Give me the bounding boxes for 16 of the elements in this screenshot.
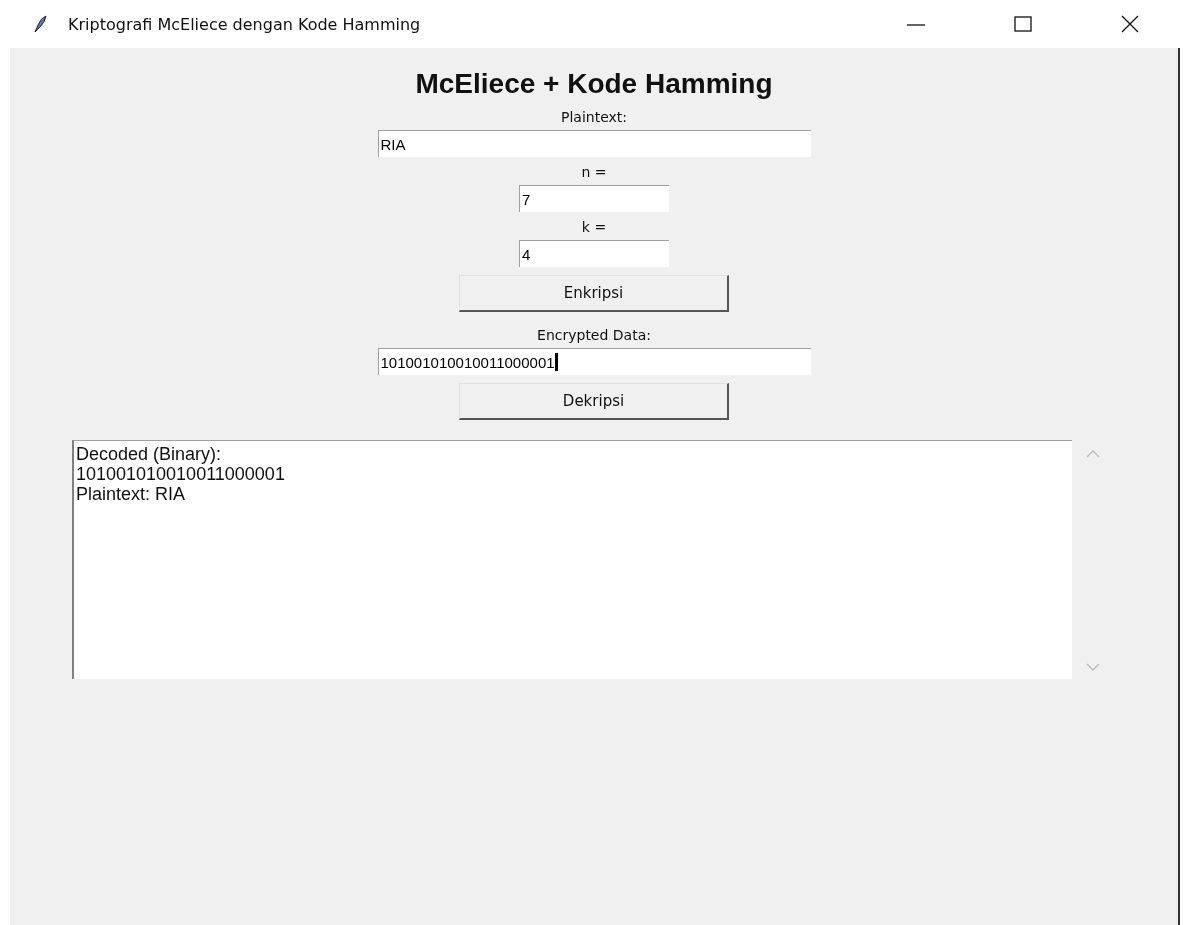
plaintext-label: Plaintext: <box>561 108 627 126</box>
feather-icon <box>32 15 48 33</box>
window-title: Kriptografi McEliece dengan Kode Hamming <box>68 14 421 34</box>
encrypted-field[interactable]: 101001010010011000001 <box>377 348 811 375</box>
close-icon[interactable] <box>1120 14 1140 34</box>
k-label: k = <box>581 218 607 236</box>
app-heading: McEliece + Kode Hamming <box>415 67 773 101</box>
n-field[interactable]: 7 <box>519 185 669 212</box>
encrypt-button[interactable]: Enkripsi <box>459 275 729 312</box>
maximize-icon[interactable] <box>1013 14 1033 34</box>
decrypt-button[interactable]: Dekripsi <box>459 383 729 420</box>
k-field[interactable]: 4 <box>519 240 669 267</box>
n-label: n = <box>581 163 607 181</box>
encrypted-label: Encrypted Data: <box>537 326 651 344</box>
output-text-area[interactable]: Decoded (Binary): 101001010010011000001 Plaintext: RIA <box>72 440 1072 679</box>
plaintext-field[interactable]: RIA <box>377 130 811 157</box>
